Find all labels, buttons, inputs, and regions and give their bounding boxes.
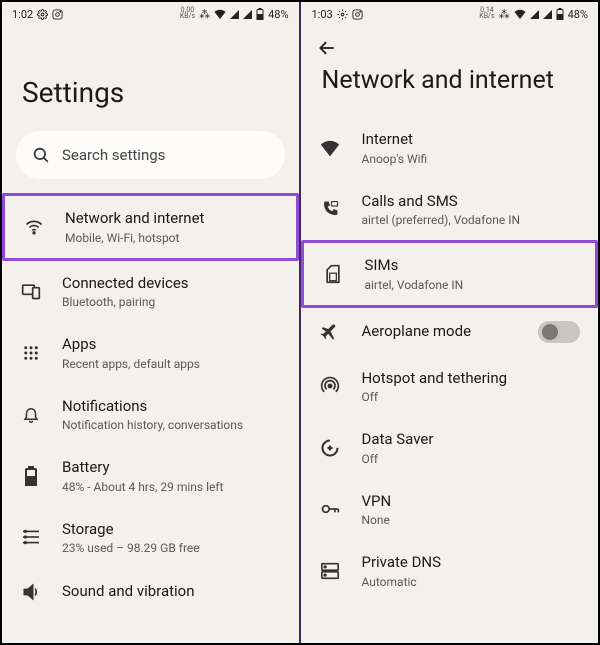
search-input[interactable]: Search settings bbox=[16, 131, 285, 179]
search-placeholder: Search settings bbox=[62, 146, 165, 164]
net-speed: 0.14KB/s bbox=[479, 8, 494, 19]
vpn-icon bbox=[319, 498, 341, 520]
wifi-status-icon bbox=[514, 9, 526, 19]
gear-icon bbox=[37, 9, 48, 20]
signal-icon-2 bbox=[243, 10, 252, 19]
item-label: Hotspot and tethering bbox=[361, 369, 580, 389]
bell-icon bbox=[20, 403, 42, 425]
item-label: Battery bbox=[62, 458, 281, 478]
item-subtitle: Notification history, conversations bbox=[62, 418, 281, 432]
battery-icon bbox=[20, 465, 42, 487]
network-screen: 1:03 0.14KB/s ⁂ 48% Network and internet… bbox=[301, 2, 598, 643]
list-item-calls-and-sms[interactable]: Calls and SMSairtel (preferred), Vodafon… bbox=[301, 179, 598, 241]
list-item-sims[interactable]: SIMs airtel, Vodafone IN bbox=[301, 240, 598, 308]
item-label: Apps bbox=[62, 335, 281, 355]
list-item-internet[interactable]: Internet Anoop's Wifi bbox=[301, 117, 598, 179]
bluetooth-icon: ⁂ bbox=[199, 8, 210, 21]
gear-icon bbox=[337, 9, 348, 20]
item-subtitle: Anoop's Wifi bbox=[361, 152, 580, 166]
battery-pct: 48% bbox=[268, 8, 288, 21]
apps-icon bbox=[20, 342, 42, 364]
signal-icon bbox=[230, 10, 239, 19]
plane-icon bbox=[319, 321, 341, 343]
sound-icon bbox=[20, 581, 42, 603]
wifi-icon bbox=[23, 216, 45, 238]
list-item-vpn[interactable]: VPNNone bbox=[301, 479, 598, 541]
item-label: Connected devices bbox=[62, 274, 281, 294]
dns-icon bbox=[319, 560, 341, 582]
wifi-status-icon bbox=[214, 9, 226, 19]
list-item-battery[interactable]: Battery 48% - About 4 hrs, 29 mins left bbox=[2, 445, 299, 507]
item-subtitle: airtel, Vodafone IN bbox=[364, 278, 577, 292]
instagram-icon bbox=[352, 9, 363, 20]
devices-icon bbox=[20, 280, 42, 302]
status-bar: 1:02 0.00KB/s ⁂ 48% bbox=[2, 2, 299, 26]
item-subtitle: airtel (preferred), Vodafone IN bbox=[361, 213, 580, 227]
item-label: Private DNS bbox=[361, 553, 580, 573]
item-label: Calls and SMS bbox=[361, 192, 580, 212]
list-item-private-dns[interactable]: Private DNS Automatic bbox=[301, 540, 598, 602]
item-subtitle: Bluetooth, pairing bbox=[62, 295, 281, 309]
phone-icon bbox=[319, 198, 341, 220]
list-item-data-saver[interactable]: Data Saver Off bbox=[301, 417, 598, 479]
item-label: Sound and vibration bbox=[62, 582, 281, 602]
item-label: Data Saver bbox=[361, 430, 580, 450]
list-item-storage[interactable]: Storage23% used – 98.29 GB free bbox=[2, 507, 299, 569]
toggle-aeroplane-mode[interactable] bbox=[538, 321, 580, 343]
item-subtitle: Automatic bbox=[361, 575, 580, 589]
battery-icon bbox=[556, 8, 564, 20]
datasaver-icon bbox=[319, 437, 341, 459]
item-subtitle: Off bbox=[361, 390, 580, 404]
storage-icon bbox=[20, 526, 42, 548]
item-label: Storage bbox=[62, 520, 281, 540]
settings-screen: 1:02 0.00KB/s ⁂ 48% Settings Search sett… bbox=[2, 2, 299, 643]
back-button[interactable] bbox=[315, 36, 339, 60]
list-item-connected-devices[interactable]: Connected devicesBluetooth, pairing bbox=[2, 261, 299, 323]
list-item-aeroplane-mode[interactable]: Aeroplane mode bbox=[301, 308, 598, 356]
search-icon bbox=[32, 146, 50, 164]
list-item-notifications[interactable]: NotificationsNotification history, conve… bbox=[2, 384, 299, 446]
item-subtitle: Mobile, Wi-Fi, hotspot bbox=[65, 231, 278, 245]
net-speed: 0.00KB/s bbox=[180, 8, 195, 19]
settings-list: Network and internet Mobile, Wi-Fi, hotsp… bbox=[2, 193, 299, 616]
item-label: Aeroplane mode bbox=[361, 322, 518, 342]
battery-icon bbox=[256, 8, 264, 20]
hotspot-icon bbox=[319, 375, 341, 397]
item-label: Notifications bbox=[62, 397, 281, 417]
page-title: Network and internet bbox=[301, 26, 598, 117]
item-subtitle: Recent apps, default apps bbox=[62, 357, 281, 371]
clock: 1:02 bbox=[12, 8, 33, 21]
item-label: VPN bbox=[361, 492, 580, 512]
battery-pct: 48% bbox=[568, 8, 588, 21]
signal-icon-2 bbox=[543, 10, 552, 19]
instagram-icon bbox=[52, 9, 63, 20]
item-subtitle: Off bbox=[361, 452, 580, 466]
list-item-network-and-internet[interactable]: Network and internet Mobile, Wi-Fi, hotsp… bbox=[2, 193, 299, 261]
item-label: Network and internet bbox=[65, 209, 278, 229]
item-label: SIMs bbox=[364, 256, 577, 276]
network-list: Internet Anoop's Wifi Calls and SMSairtel … bbox=[301, 117, 598, 602]
item-subtitle: 48% - About 4 hrs, 29 mins left bbox=[62, 480, 281, 494]
list-item-apps[interactable]: Apps Recent apps, default apps bbox=[2, 322, 299, 384]
list-item-sound-and-vibration[interactable]: Sound and vibration bbox=[2, 568, 299, 616]
signal-icon bbox=[530, 10, 539, 19]
list-item-hotspot-and-tethering[interactable]: Hotspot and tetheringOff bbox=[301, 356, 598, 418]
item-subtitle: 23% used – 98.29 GB free bbox=[62, 541, 281, 555]
item-label: Internet bbox=[361, 130, 580, 150]
item-subtitle: None bbox=[361, 513, 580, 527]
sim-icon bbox=[322, 263, 344, 285]
page-title: Settings bbox=[2, 26, 299, 131]
wifi-solid-icon bbox=[319, 137, 341, 159]
clock: 1:03 bbox=[311, 8, 332, 21]
bluetooth-icon: ⁂ bbox=[499, 8, 510, 21]
status-bar: 1:03 0.14KB/s ⁂ 48% bbox=[301, 2, 598, 26]
